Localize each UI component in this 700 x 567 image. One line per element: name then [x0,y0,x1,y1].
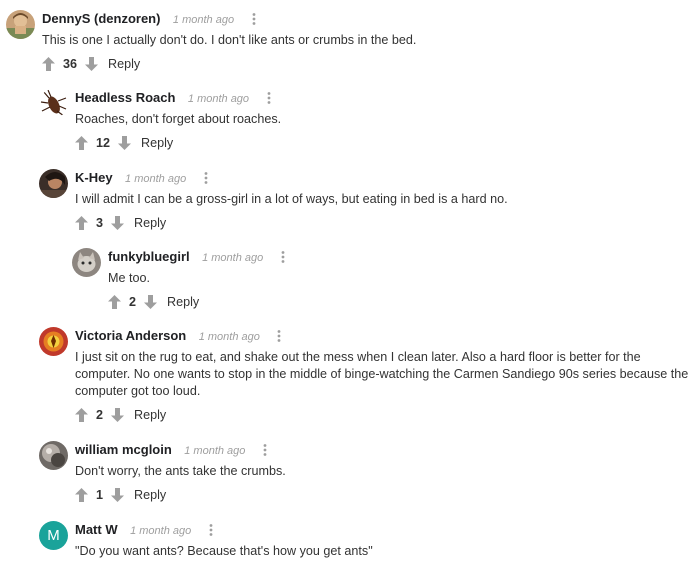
timestamp[interactable]: 1 month ago [188,93,249,105]
comment-text: Roaches, don't forget about roaches. [75,112,282,126]
downvote-icon[interactable] [144,295,158,309]
comment: Victoria Anderson 1 month ago I just sit… [39,327,696,425]
downvote-icon[interactable] [111,408,125,422]
comment-text: "Do you want ants? Because that's how yo… [75,544,373,558]
avatar[interactable]: M [39,521,68,550]
timestamp[interactable]: 1 month ago [202,252,263,264]
comment-text: Me too. [108,271,150,285]
reply-button[interactable]: Reply [141,136,173,150]
author-name[interactable]: Victoria Anderson [75,328,186,343]
downvote-icon[interactable] [85,57,99,71]
comment: DennyS (denzoren) 1 month ago This is on… [6,10,696,74]
more-options-icon[interactable] [263,443,267,456]
vote-count: 2 [129,295,137,309]
upvote-icon[interactable] [75,136,88,150]
reply-button[interactable]: Reply [134,216,166,230]
vote-count: 36 [63,57,78,71]
comment-actions: 3 Reply [75,213,696,233]
upvote-icon[interactable] [75,408,88,422]
comment-text: This is one I actually don't do. I don't… [42,33,417,47]
downvote-icon[interactable] [118,136,132,150]
downvote-icon[interactable] [111,488,125,502]
comment: funkybluegirl 1 month ago Me too. 2 Repl… [72,248,696,312]
vote-count: 2 [96,408,104,422]
comment-text: I will admit I can be a gross-girl in a … [75,192,508,206]
comment-actions: 1 Reply [75,485,696,505]
more-options-icon[interactable] [204,171,208,184]
avatar[interactable] [39,169,68,198]
comment: M Matt W 1 month ago "Do you want ants? … [39,521,696,560]
reply-button[interactable]: Reply [108,57,140,71]
author-name[interactable]: Matt W [75,522,118,537]
comment-actions: 2 Reply [108,292,696,312]
avatar[interactable] [72,248,101,277]
upvote-icon[interactable] [75,488,88,502]
more-options-icon[interactable] [277,329,281,342]
upvote-icon[interactable] [108,295,121,309]
downvote-icon[interactable] [111,216,125,230]
comment-text: I just sit on the rug to eat, and shake … [75,350,689,398]
more-options-icon[interactable] [209,523,213,536]
avatar[interactable] [6,10,35,39]
comment-text: Don't worry, the ants take the crumbs. [75,464,286,478]
author-name[interactable]: william mcgloin [75,442,172,457]
upvote-icon[interactable] [75,216,88,230]
author-name[interactable]: K-Hey [75,170,113,185]
avatar[interactable] [39,89,68,118]
comment: Headless Roach 1 month ago Roaches, don'… [39,89,696,153]
comment-actions: 36 Reply [42,54,696,74]
avatar[interactable] [39,441,68,470]
comment-thread: DennyS (denzoren) 1 month ago This is on… [0,0,700,567]
reply-button[interactable]: Reply [134,488,166,502]
timestamp[interactable]: 1 month ago [199,331,260,343]
timestamp[interactable]: 1 month ago [184,445,245,457]
comment: K-Hey 1 month ago I will admit I can be … [39,169,696,233]
author-name[interactable]: funkybluegirl [108,249,190,264]
vote-count: 1 [96,488,104,502]
reply-button[interactable]: Reply [134,408,166,422]
timestamp[interactable]: 1 month ago [130,525,191,537]
timestamp[interactable]: 1 month ago [125,173,186,185]
avatar[interactable] [39,327,68,356]
reply-button[interactable]: Reply [167,295,199,309]
author-name[interactable]: Headless Roach [75,90,175,105]
author-name[interactable]: DennyS (denzoren) [42,11,160,26]
vote-count: 3 [96,216,104,230]
more-options-icon[interactable] [252,12,256,25]
more-options-icon[interactable] [267,91,271,104]
upvote-icon[interactable] [42,57,55,71]
timestamp[interactable]: 1 month ago [173,14,234,26]
comment-actions: 2 Reply [75,405,696,425]
comment-actions: 12 Reply [75,133,696,153]
comment: william mcgloin 1 month ago Don't worry,… [39,441,696,505]
more-options-icon[interactable] [281,250,285,263]
avatar-initial: M [47,527,60,544]
vote-count: 12 [96,136,111,150]
